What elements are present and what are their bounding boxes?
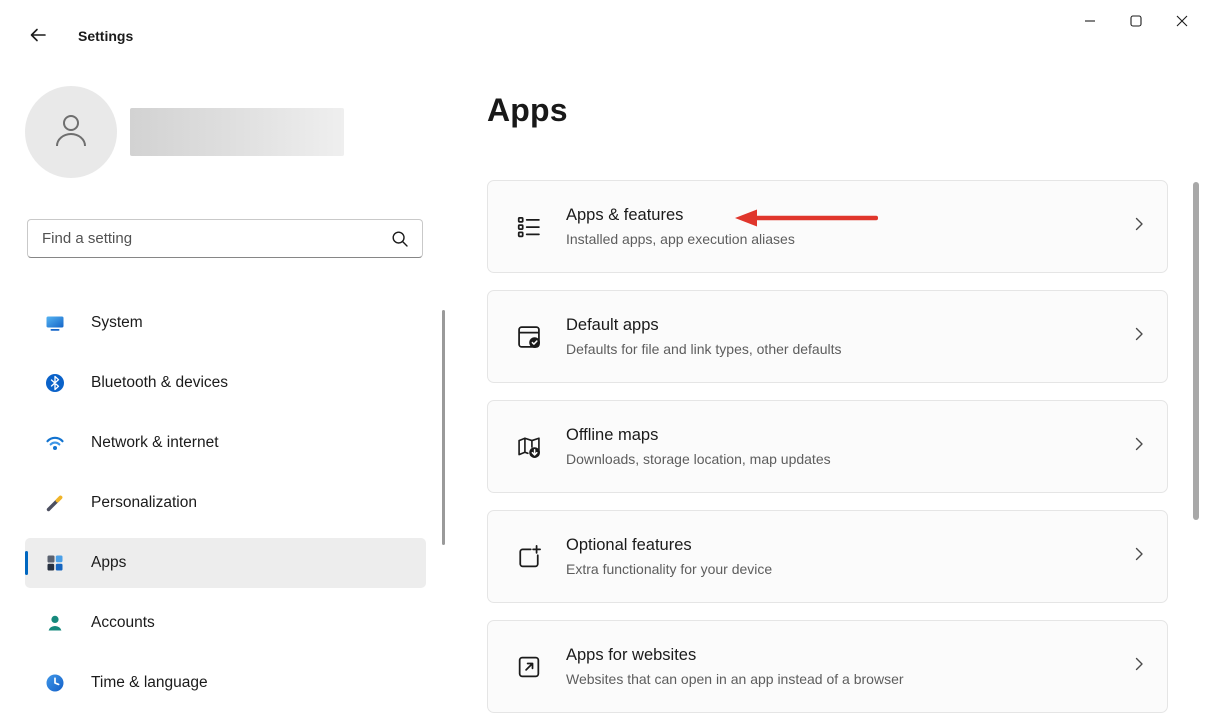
- card-title: Offline maps: [566, 426, 1131, 445]
- minimize-button[interactable]: [1067, 0, 1113, 46]
- sidebar-item-bluetooth-devices[interactable]: Bluetooth & devices: [25, 358, 426, 408]
- clock-icon: [45, 673, 65, 693]
- card-subtitle: Extra functionality for your device: [566, 561, 1131, 577]
- chevron-right-icon: [1131, 546, 1147, 567]
- window-controls: [1067, 0, 1205, 46]
- accounts-person-icon: [45, 613, 65, 633]
- card-subtitle: Defaults for file and link types, other …: [566, 341, 1131, 357]
- sidebar-item-apps[interactable]: Apps: [25, 538, 426, 588]
- sidebar-item-label: Network & internet: [91, 434, 219, 452]
- sidebar-item-time-language[interactable]: Time & language: [25, 658, 426, 708]
- card-offline-maps[interactable]: Offline maps Downloads, storage location…: [487, 400, 1168, 493]
- card-default-apps[interactable]: Default apps Defaults for file and link …: [487, 290, 1168, 383]
- minimize-icon: [1084, 14, 1096, 32]
- close-icon: [1176, 14, 1188, 32]
- card-subtitle: Downloads, storage location, map updates: [566, 451, 1131, 467]
- apps-features-icon: [515, 213, 543, 241]
- sidebar-item-label: Personalization: [91, 494, 197, 512]
- paintbrush-icon: [45, 493, 65, 513]
- avatar: [25, 86, 117, 178]
- card-text: Default apps Defaults for file and link …: [566, 316, 1131, 357]
- sidebar-item-label: Apps: [91, 554, 126, 572]
- search-box: [27, 219, 423, 258]
- offline-maps-icon: [515, 433, 543, 461]
- sidebar-nav: System Bluetooth & devices Network & int…: [25, 298, 426, 718]
- optional-features-icon: [515, 543, 543, 571]
- card-text: Optional features Extra functionality fo…: [566, 536, 1131, 577]
- card-title: Default apps: [566, 316, 1131, 335]
- card-optional-features[interactable]: Optional features Extra functionality fo…: [487, 510, 1168, 603]
- chevron-right-icon: [1131, 326, 1147, 347]
- account-section[interactable]: [25, 86, 425, 178]
- card-apps-for-websites[interactable]: Apps for websites Websites that can open…: [487, 620, 1168, 713]
- card-title: Optional features: [566, 536, 1131, 555]
- apps-websites-icon: [515, 653, 543, 681]
- card-text: Apps for websites Websites that can open…: [566, 646, 1131, 687]
- settings-card-list: Apps & features Installed apps, app exec…: [487, 180, 1168, 727]
- maximize-button[interactable]: [1113, 0, 1159, 46]
- default-apps-icon: [515, 323, 543, 351]
- sidebar-scrollbar[interactable]: [442, 310, 445, 545]
- page-title: Apps: [487, 92, 568, 129]
- close-button[interactable]: [1159, 0, 1205, 46]
- sidebar-item-label: Time & language: [91, 674, 208, 692]
- chevron-right-icon: [1131, 216, 1147, 237]
- sidebar-item-label: Accounts: [91, 614, 155, 632]
- search-input[interactable]: [28, 220, 422, 257]
- sidebar-item-network-internet[interactable]: Network & internet: [25, 418, 426, 468]
- apps-icon: [45, 553, 65, 573]
- sidebar-item-personalization[interactable]: Personalization: [25, 478, 426, 528]
- card-subtitle: Websites that can open in an app instead…: [566, 671, 1131, 687]
- system-icon: [45, 313, 65, 333]
- card-title: Apps for websites: [566, 646, 1131, 665]
- window-title: Settings: [78, 28, 133, 44]
- sidebar-item-label: Bluetooth & devices: [91, 374, 228, 392]
- annotation-arrow-icon: [735, 207, 880, 234]
- bluetooth-icon: [45, 373, 65, 393]
- user-name-redacted: [130, 108, 344, 156]
- chevron-right-icon: [1131, 656, 1147, 677]
- sidebar-item-label: System: [91, 314, 143, 332]
- search-icon: [390, 229, 410, 254]
- sidebar-item-accounts[interactable]: Accounts: [25, 598, 426, 648]
- content-scrollbar[interactable]: [1193, 182, 1199, 520]
- user-icon: [50, 109, 92, 156]
- network-wifi-icon: [45, 433, 65, 453]
- card-text: Offline maps Downloads, storage location…: [566, 426, 1131, 467]
- chevron-right-icon: [1131, 436, 1147, 457]
- back-button[interactable]: [22, 22, 54, 52]
- back-arrow-icon: [28, 25, 48, 50]
- titlebar: Settings: [0, 0, 1205, 56]
- selection-accent-bar: [25, 551, 28, 575]
- sidebar-item-system[interactable]: System: [25, 298, 426, 348]
- maximize-icon: [1130, 14, 1142, 32]
